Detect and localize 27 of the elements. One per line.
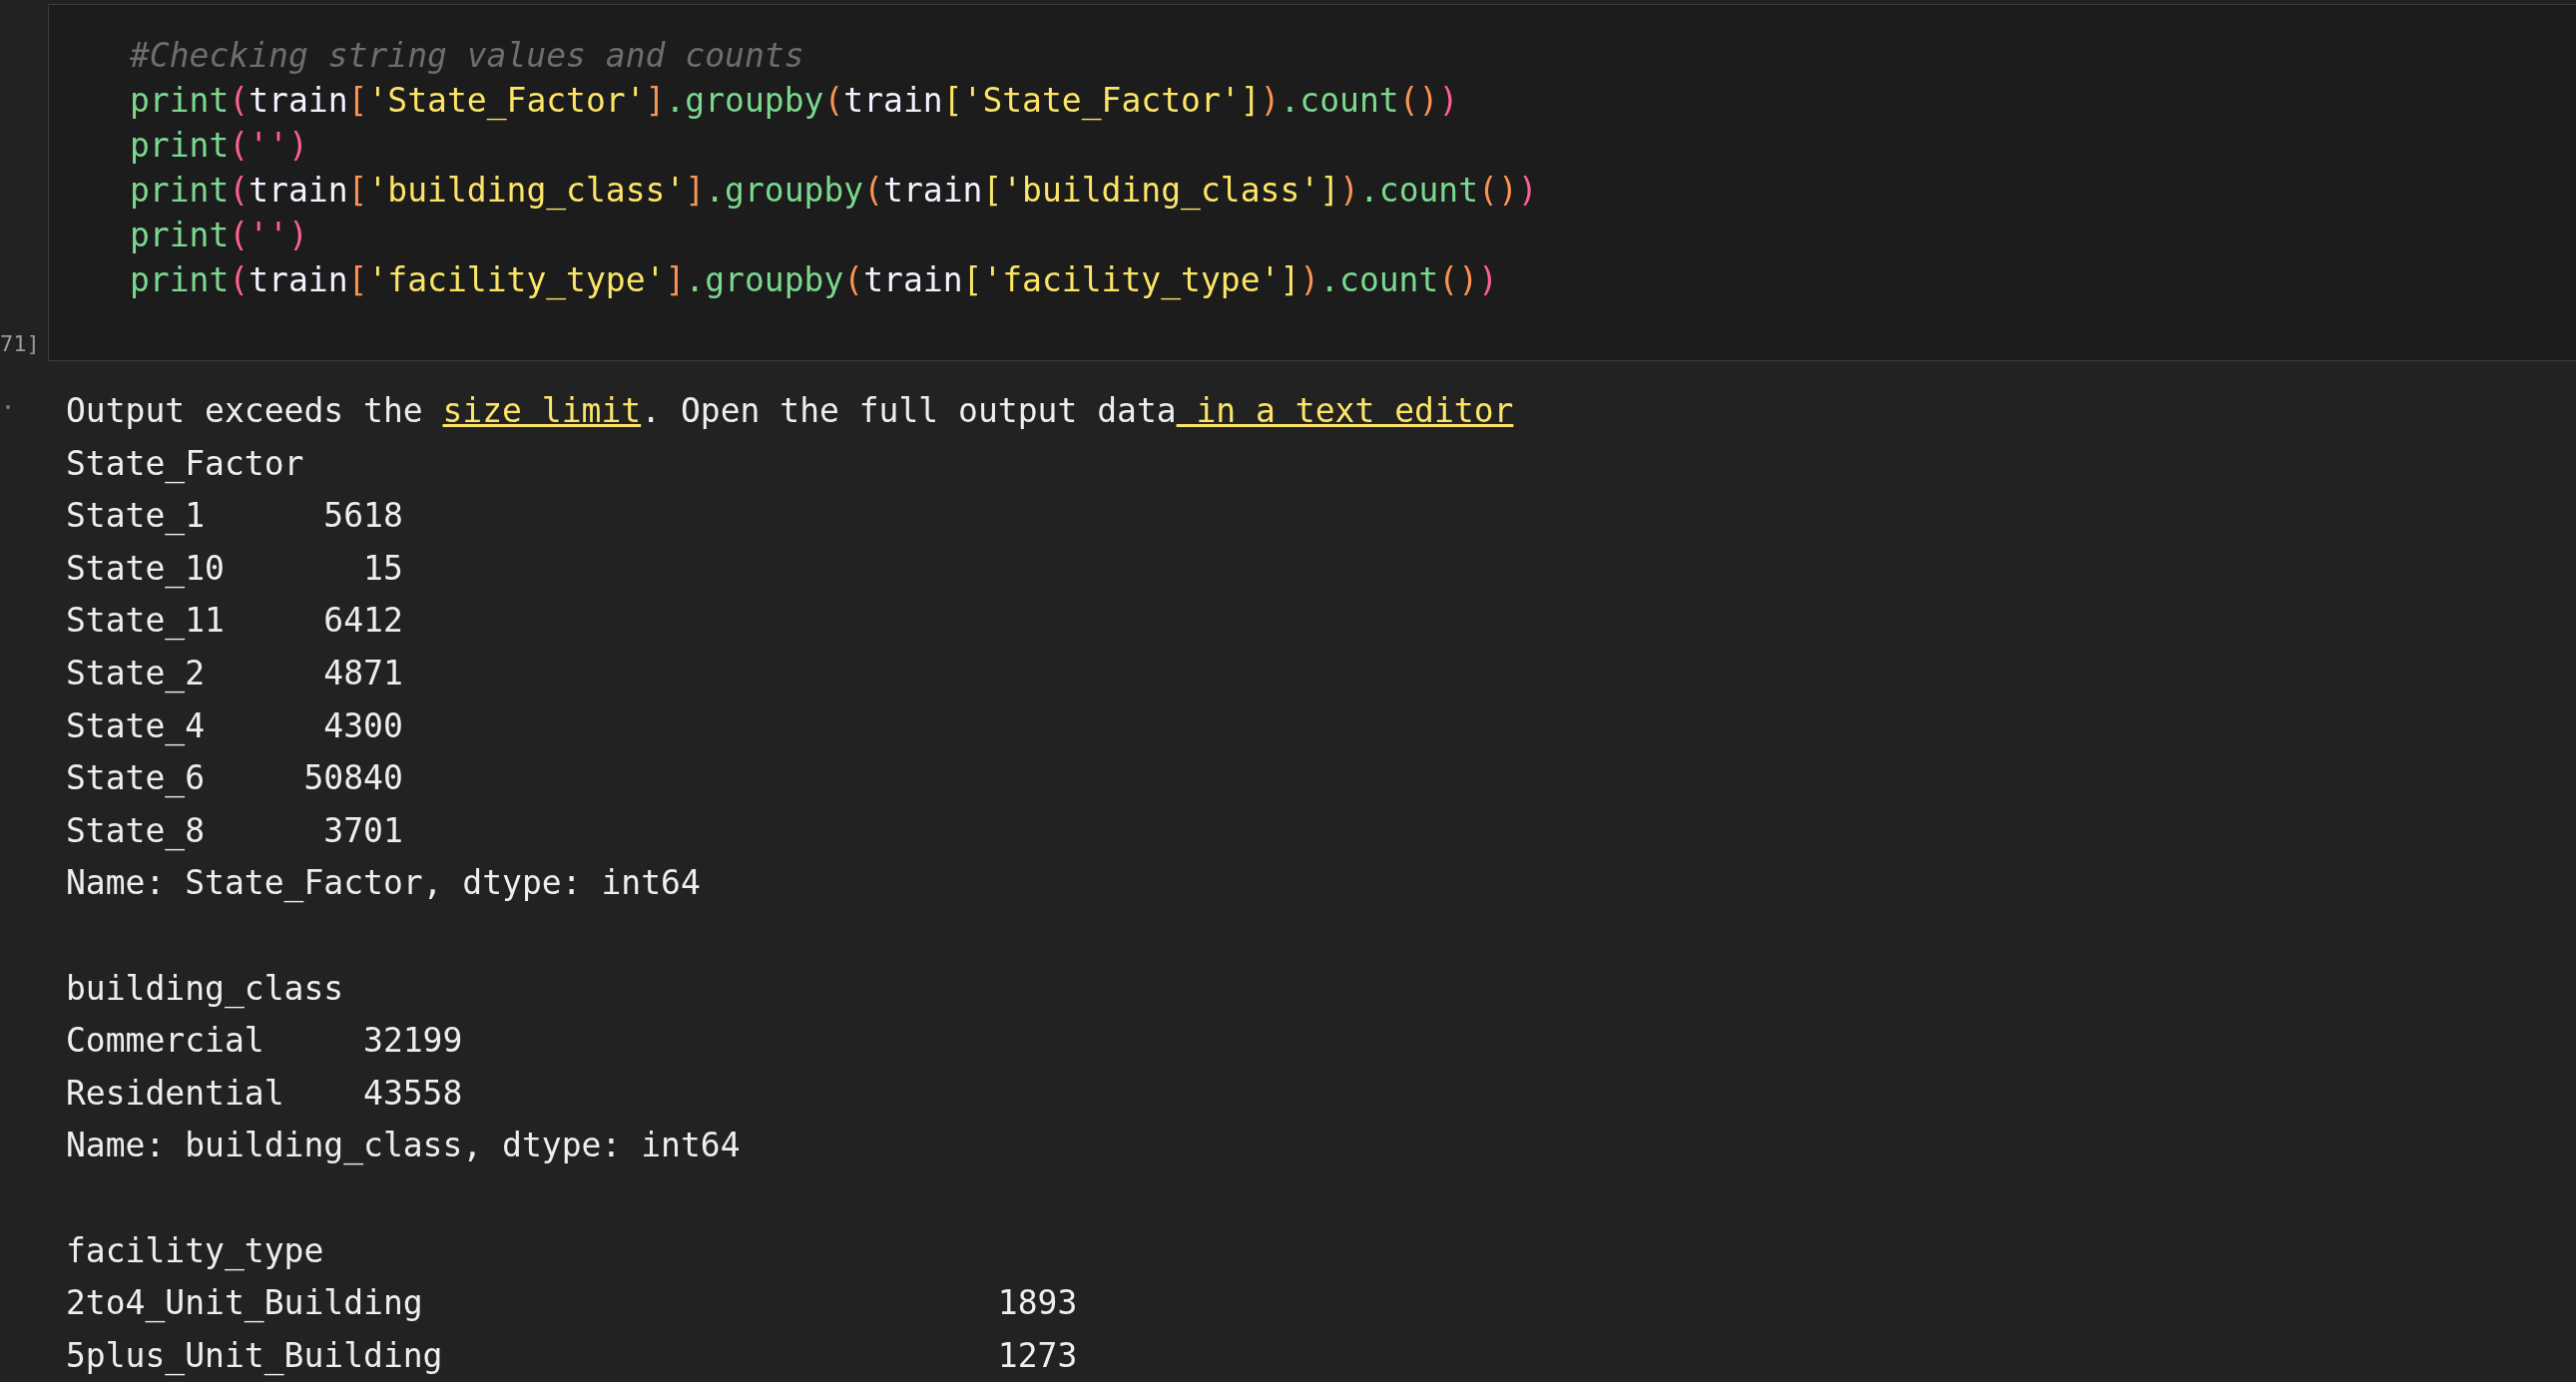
link[interactable]: size limit xyxy=(442,391,642,430)
output-line: State_1 5618 xyxy=(66,495,403,538)
output-line: State_Factor xyxy=(66,442,304,486)
code-cell[interactable] xyxy=(48,4,2576,361)
output-line: Residential 43558 xyxy=(66,1072,463,1115)
output-line: 5plus_Unit_Building 1273 xyxy=(66,1334,1078,1378)
link[interactable]: in a text editor xyxy=(1176,391,1514,430)
output-line: State_4 4300 xyxy=(66,704,403,748)
output-line: State_10 15 xyxy=(66,547,403,591)
code-line: print(train['facility_type'].groupby(train['facility_type']).count()) xyxy=(130,259,1498,302)
code-line: print(train['State_Factor'].groupby(train['State_Factor']).count()) xyxy=(130,80,1459,123)
output-line: facility_type xyxy=(66,1229,324,1273)
output-line: Name: State_Factor, dtype: int64 xyxy=(66,862,701,905)
output-line: State_11 6412 xyxy=(66,600,403,643)
output-line: 2to4_Unit_Building 1893 xyxy=(66,1282,1078,1325)
output-line: building_class xyxy=(66,967,344,1011)
code-line: print('') xyxy=(130,215,308,256)
code-line: print('') xyxy=(130,125,308,167)
output-notice: Output exceeds the size limit. Open the full output data in a text editor xyxy=(66,390,1514,432)
code-line: #Checking string values and counts xyxy=(130,35,804,77)
output-line: Name: building_class, dtype: int64 xyxy=(66,1125,741,1167)
output-line: State_8 3701 xyxy=(66,809,403,853)
output-line: State_2 4871 xyxy=(66,652,403,695)
output-line: Commercial 32199 xyxy=(66,1020,463,1063)
output-line: State_6 50840 xyxy=(66,757,403,800)
code-line: print(train['building_class'].groupby(train['building_class']).count()) xyxy=(130,170,1538,213)
execution-count: 71] xyxy=(0,333,40,355)
